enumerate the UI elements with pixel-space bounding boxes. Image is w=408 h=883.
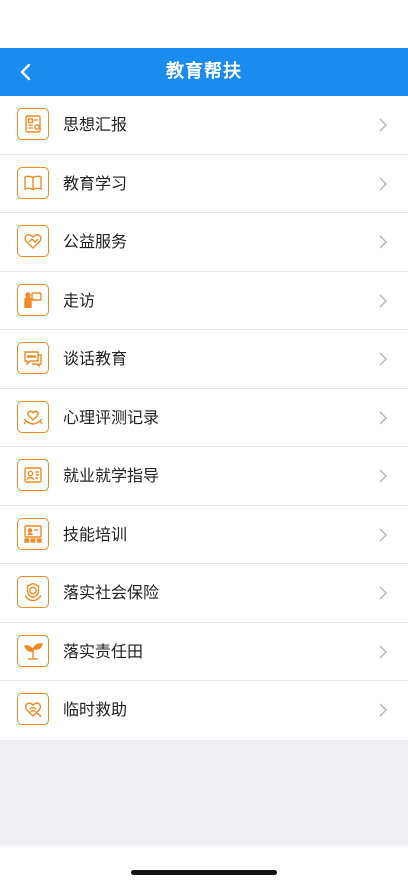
chevron-right-icon (379, 586, 388, 600)
status-bar (0, 0, 408, 48)
chat-icon (17, 342, 49, 374)
menu-item-skill-training[interactable]: 技能培训 (0, 506, 408, 564)
menu-item-responsibility-field[interactable]: 落实责任田 (0, 623, 408, 681)
chevron-right-icon (379, 235, 388, 249)
chevron-right-icon (379, 293, 388, 308)
profile-card-icon (17, 459, 49, 491)
menu-item-label: 心理评测记录 (63, 407, 160, 427)
heart-hands-icon (17, 225, 49, 257)
menu-item-label: 技能培训 (63, 524, 128, 544)
menu-item-label: 就业就学指导 (63, 466, 160, 485)
menu-item-label: 临时救助 (63, 700, 128, 719)
chevron-right-icon (379, 527, 388, 542)
chevron-right-icon (379, 410, 388, 425)
sprout-icon (17, 634, 49, 667)
insurance-badge-icon (17, 576, 49, 608)
home-indicator-area (0, 846, 408, 883)
menu-item-talk-education[interactable]: 谈话教育 (0, 330, 408, 389)
menu-item-employment-guidance[interactable]: 就业就学指导 (0, 447, 408, 506)
menu-item-label: 落实责任田 (63, 641, 144, 661)
menu-item-temporary-relief[interactable]: 临时救助 (0, 681, 408, 740)
visit-icon (17, 283, 49, 316)
menu-item-visit[interactable]: 走访 (0, 272, 408, 330)
training-icon (17, 517, 49, 550)
menu-item-thought-report[interactable]: 思想汇报 (0, 96, 408, 155)
page-title: 教育帮扶 (166, 61, 242, 82)
chevron-right-icon (379, 703, 388, 717)
navigation-bar: 教育帮扶 (0, 48, 408, 96)
menu-item-psych-assessment[interactable]: 心理评测记录 (0, 389, 408, 447)
menu-item-label: 教育学习 (63, 173, 128, 193)
book-icon (17, 166, 49, 199)
report-icon (17, 108, 49, 140)
menu-item-label: 公益服务 (63, 232, 128, 251)
menu-item-label: 走访 (63, 290, 96, 310)
rescue-heart-icon (17, 693, 49, 725)
menu-list: 思想汇报 教育学习 公益服务 走访 谈话教育 心理评测记录 就业就学指导 技能培… (0, 96, 408, 740)
home-indicator[interactable] (131, 870, 277, 875)
menu-item-label: 落实社会保险 (63, 583, 160, 602)
heart-care-icon (17, 400, 49, 433)
chevron-right-icon (379, 644, 388, 659)
chevron-right-icon (379, 118, 388, 132)
chevron-right-icon (379, 469, 388, 483)
menu-item-public-service[interactable]: 公益服务 (0, 213, 408, 272)
empty-background (0, 740, 408, 846)
chevron-right-icon (379, 352, 388, 366)
menu-item-label: 思想汇报 (63, 115, 128, 134)
menu-item-label: 谈话教育 (63, 349, 128, 368)
menu-item-education-study[interactable]: 教育学习 (0, 155, 408, 213)
menu-item-social-insurance[interactable]: 落实社会保险 (0, 564, 408, 623)
chevron-right-icon (379, 176, 388, 191)
